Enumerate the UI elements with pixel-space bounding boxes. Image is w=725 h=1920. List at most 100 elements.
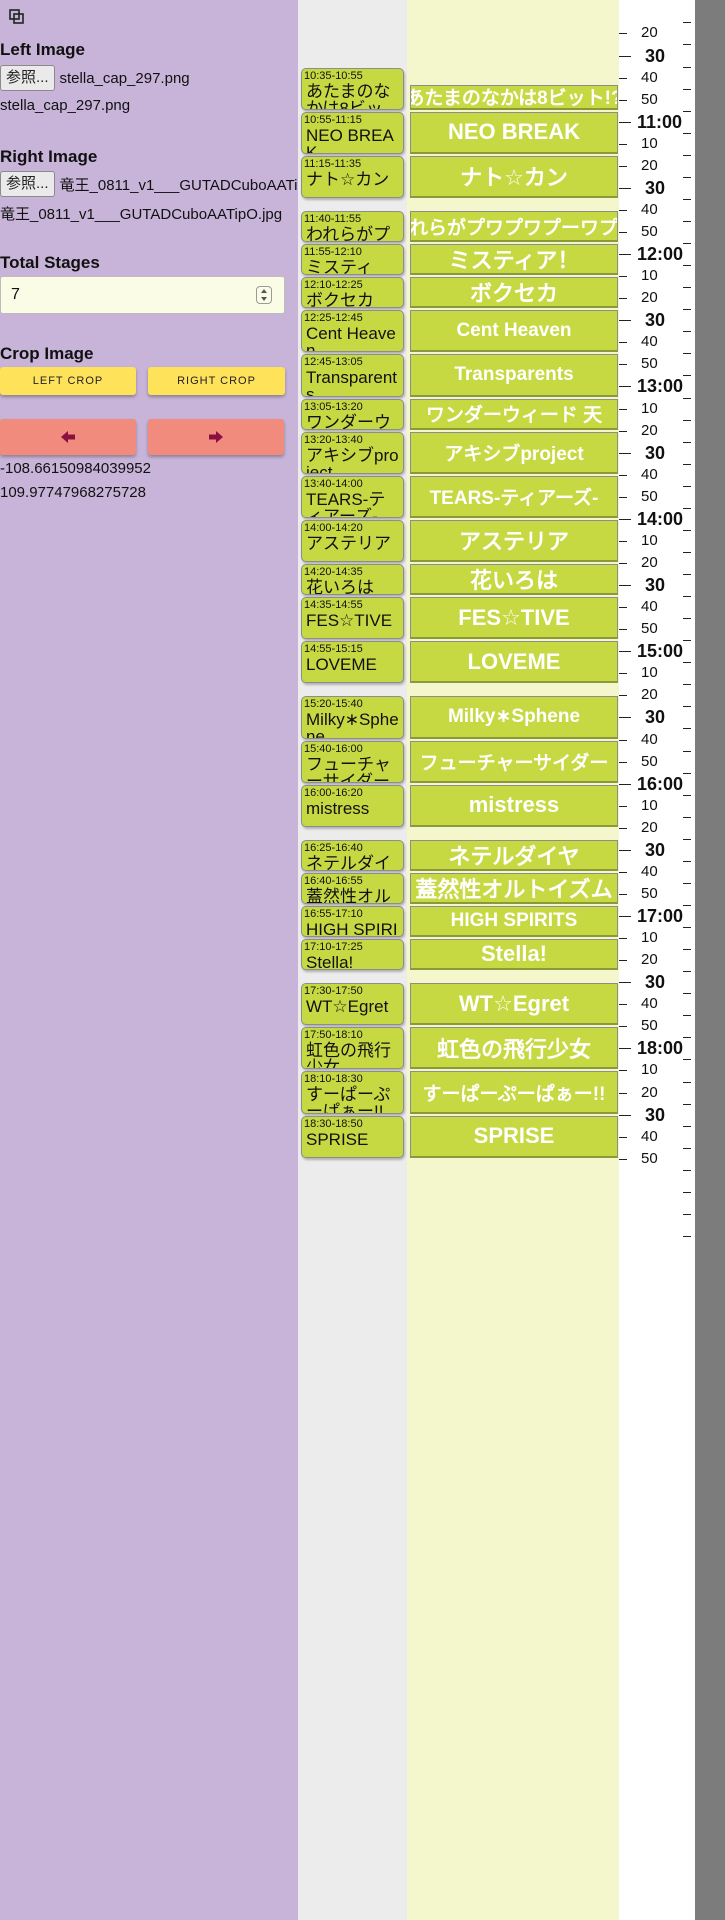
ruler-label: 50 <box>641 620 658 638</box>
slot-card[interactable]: 12:45-13:05 Transparents <box>301 354 404 397</box>
ruler-tick <box>619 1004 627 1006</box>
slot-time: 13:05-13:20 <box>304 400 363 413</box>
ruler-minor-tick <box>683 772 691 774</box>
next-button[interactable] <box>148 419 284 455</box>
slot-card[interactable]: 12:25-12:45 Cent Heaven <box>301 310 404 353</box>
slot-card[interactable]: 11:55-12:10ミスティア！ <box>301 244 404 276</box>
stage-block[interactable]: フューチャーサイダー <box>410 740 618 783</box>
ruler-tick <box>619 1092 627 1094</box>
stage-block[interactable]: WT☆Egret <box>410 983 618 1026</box>
stage-block[interactable]: 蓋然性オルトイズム <box>410 872 618 904</box>
right-crop-button[interactable]: RIGHT CROP <box>148 367 285 395</box>
ruler-minor-tick <box>683 176 691 178</box>
stage-block[interactable]: ボクセカ <box>410 277 618 309</box>
ruler-minor-tick <box>683 1191 691 1193</box>
ruler-label: 10 <box>641 929 658 947</box>
slot-card[interactable]: 12:10-12:25 ボクセカ <box>301 277 404 309</box>
slot-card[interactable]: 15:20-15:40 Milky∗Sphene <box>301 696 404 739</box>
slot-card[interactable]: 17:30-17:50 WT☆Egret <box>301 983 404 1026</box>
ruler-minor-tick <box>683 662 691 664</box>
slot-card[interactable]: 18:10-18:30 すーぱーぷーぱぁー!! <box>301 1071 404 1114</box>
stage-block[interactable]: すーぱーぷーぱぁー!! <box>410 1071 618 1114</box>
stage-block[interactable]: HIGH SPIRITS <box>410 906 618 938</box>
stage-block[interactable]: Milky∗Sphene <box>410 696 618 739</box>
slot-card[interactable]: 16:00-16:20 mistress <box>301 784 404 827</box>
ruler-minor-tick <box>683 198 691 200</box>
ruler-tick <box>619 761 627 763</box>
ruler-label: 10 <box>641 1061 658 1079</box>
left-browse-button[interactable]: 参照... <box>0 65 55 91</box>
slot-card[interactable]: 13:05-13:20ワンダーウィード天 <box>301 398 404 430</box>
stage-block[interactable]: mistress <box>410 784 618 827</box>
ruler-minor-tick <box>683 66 691 68</box>
slot-card[interactable]: 14:00-14:20 アステリア <box>301 519 404 562</box>
slot-card[interactable]: 10:35-10:55あたまのなかは8ビット!? <box>301 67 404 110</box>
slot-card[interactable]: 14:55-15:15 LOVEME <box>301 641 404 684</box>
ruler-label: 30 <box>645 45 666 66</box>
stage-block[interactable]: 虹色の飛行少女 <box>410 1027 618 1070</box>
stage-block[interactable]: アステリア <box>410 519 618 562</box>
slot-card[interactable]: 13:20-13:40 アキシブproject <box>301 431 404 474</box>
stage-block[interactable]: Cent Heaven <box>410 310 618 353</box>
ruler-tick <box>619 540 627 542</box>
ruler-minor-tick <box>683 1103 691 1105</box>
ruler-tick <box>619 187 631 189</box>
slot-name: SPRISE <box>306 1129 369 1149</box>
slot-card[interactable]: 10:55-11:15 NEO BREAK <box>301 111 404 154</box>
copy-icon[interactable] <box>8 8 26 26</box>
stage-block[interactable]: LOVEME <box>410 641 618 684</box>
ruler-tick <box>619 893 627 895</box>
ruler-minor-tick <box>683 971 691 973</box>
slot-card[interactable]: 17:10-17:25 Stella! <box>301 939 404 971</box>
stage-block[interactable]: ネテルダイヤ <box>410 839 618 871</box>
stage-block[interactable]: FES☆TIVE <box>410 597 618 640</box>
slot-card[interactable]: 11:40-11:55われらがプワプワプーワプワ <box>301 210 404 243</box>
stage-block[interactable]: ナト☆カン <box>410 155 618 198</box>
spinner-icon[interactable] <box>256 286 272 304</box>
ruler-minor-tick <box>683 794 691 796</box>
left-crop-button[interactable]: LEFT CROP <box>0 367 136 395</box>
slot-name: ワンダーウィード天 <box>306 412 391 430</box>
ruler-label: 30 <box>645 1104 666 1125</box>
stage-block[interactable]: アキシブproject <box>410 431 618 474</box>
stage-block[interactable]: NEO BREAK <box>410 111 618 154</box>
slot-card[interactable]: 18:30-18:50 SPRISE <box>301 1115 404 1158</box>
ruler-minor-tick <box>683 1235 691 1237</box>
stage-block[interactable]: あたまのなかは8ビット!? <box>410 84 618 110</box>
slot-card[interactable]: 15:40-16:00 フューチャーサイダー <box>301 740 404 783</box>
right-browse-button[interactable]: 参照... <box>0 171 55 197</box>
ruler-label: 40 <box>641 730 658 748</box>
slot-card[interactable]: 14:20-14:35 花いろは <box>301 563 404 596</box>
ruler-minor-tick <box>683 287 691 289</box>
ruler-label: 40 <box>641 333 658 351</box>
ruler-label: 50 <box>641 1017 658 1035</box>
slot-card[interactable]: 16:40-16:55蓋然性オルトイズム <box>301 872 404 904</box>
stage-block[interactable]: ミスティア！ <box>410 244 618 276</box>
stage-block[interactable]: TEARS-ティアーズ- <box>410 475 618 518</box>
timetable-area: 20 30 40 50 11:00 10 20 30 40 50 12:00 10 20 30 40 50 13… <box>298 0 725 1920</box>
slot-card[interactable]: 16:55-17:10HIGH SPIRITS <box>301 906 404 938</box>
slot-card[interactable]: 16:25-16:40ネテルダイヤ <box>301 839 404 871</box>
ruler-tick <box>619 55 631 57</box>
ruler-label: 30 <box>645 972 666 993</box>
prev-button[interactable] <box>0 419 136 455</box>
ruler-label: 10 <box>641 399 658 417</box>
ruler-label: 30 <box>645 442 666 463</box>
ruler-scrollbar[interactable] <box>695 0 725 1920</box>
slot-card[interactable]: 13:40-14:00 TEARS-ティアーズ- <box>301 475 404 518</box>
stage-block[interactable]: ワンダーウィード 天 <box>410 398 618 430</box>
ruler-label: 16:00 <box>637 773 684 794</box>
slot-card[interactable]: 14:35-14:55 FES☆TIVE <box>301 597 404 640</box>
stage-block[interactable]: Stella! <box>410 939 618 971</box>
stage-block[interactable]: SPRISE <box>410 1115 618 1158</box>
slot-card[interactable]: 11:15-11:35 ナト☆カン <box>301 155 404 198</box>
total-stages-input[interactable]: 7 <box>0 276 285 314</box>
ruler-tick <box>619 254 631 256</box>
slot-card[interactable]: 17:50-18:10 虹色の飛行少女 <box>301 1027 404 1070</box>
ruler-tick <box>619 1114 631 1116</box>
stage-block[interactable]: われらがプワプワプーワプワ <box>410 210 618 243</box>
stage-block[interactable]: Transparents <box>410 354 618 397</box>
ruler-label: 20 <box>641 156 658 174</box>
stage-block[interactable]: 花いろは <box>410 563 618 596</box>
ruler-tick <box>619 474 627 476</box>
